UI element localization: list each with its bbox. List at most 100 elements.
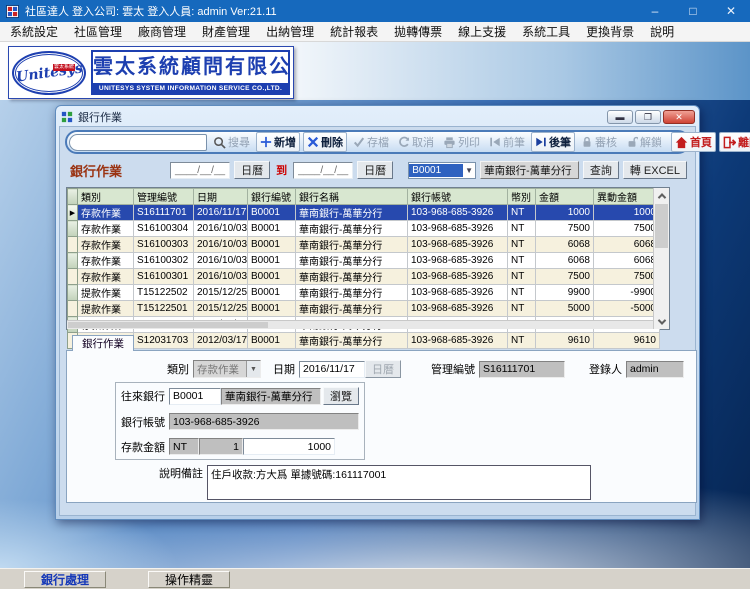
menu-item[interactable]: 拋轉傳票 bbox=[386, 21, 450, 42]
menu-item[interactable]: 系統工具 bbox=[514, 21, 578, 42]
table-cell: B0001 bbox=[247, 220, 296, 237]
menu-item[interactable]: 出納管理 bbox=[258, 21, 322, 42]
unlock-button[interactable]: 解鎖 bbox=[623, 133, 665, 151]
column-header[interactable]: 幣別 bbox=[507, 188, 536, 205]
operator-field: admin bbox=[626, 360, 684, 378]
print-button[interactable]: 列印 bbox=[440, 133, 483, 151]
table-row[interactable]: 存款作業S120317032012/03/17B0001華南銀行-萬華分行103… bbox=[67, 332, 660, 349]
menu-item[interactable]: 更換背景 bbox=[578, 21, 642, 42]
memo-textarea[interactable]: 住戶收款:方大爲 單據號碼:161117001 bbox=[207, 465, 591, 500]
calendar-from-button[interactable]: 日曆 bbox=[234, 161, 271, 179]
table-row[interactable]: 提款作業 T15122502 2015/12/25 B0001 華南銀行-萬華分行 103… bbox=[67, 284, 660, 301]
save-button[interactable]: 存檔 bbox=[350, 133, 392, 151]
horizontal-scrollbar[interactable] bbox=[67, 320, 653, 329]
minimize-button[interactable]: – bbox=[636, 0, 674, 22]
table-cell: B0001 bbox=[247, 332, 296, 349]
home-button[interactable]: 首頁 bbox=[671, 132, 716, 152]
table-row[interactable]: 存款作業 S16100301 2016/10/03 B0001 華南銀行-萬華分行 103… bbox=[67, 268, 660, 285]
date-from-input[interactable]: ____/__/__ bbox=[170, 161, 231, 179]
browse-button[interactable]: 瀏覽 bbox=[323, 387, 359, 405]
column-header[interactable]: 銀行帳號 bbox=[407, 188, 508, 205]
mdi-minimize-button[interactable]: ▬ bbox=[607, 110, 633, 124]
table-cell: T15122502 bbox=[133, 284, 194, 301]
mdi-maximize-button[interactable]: ❐ bbox=[635, 110, 661, 124]
menu-item[interactable]: 線上支援 bbox=[450, 21, 514, 42]
form-calendar-button[interactable]: 日曆 bbox=[365, 360, 401, 378]
query-button[interactable]: 查詢 bbox=[582, 161, 619, 179]
bank-records-grid: 類別 管理編號 日期 銀行編號 銀行名稱 銀行帳號 幣別 金額 異動金額 ▶ 存款作業 S16111… bbox=[66, 187, 670, 349]
column-header[interactable]: 金額 bbox=[535, 188, 594, 205]
search-input[interactable] bbox=[69, 133, 207, 151]
to-label: 到 bbox=[276, 165, 288, 177]
row-selector-cell[interactable] bbox=[67, 284, 78, 301]
audit-button[interactable]: 審核 bbox=[578, 133, 620, 151]
previous-record-button[interactable]: 前筆 bbox=[486, 133, 528, 151]
delete-button[interactable]: 刪除 bbox=[303, 132, 347, 152]
next-record-button[interactable]: 後筆 bbox=[531, 132, 575, 152]
table-cell: S16100302 bbox=[133, 252, 194, 269]
table-cell: NT bbox=[507, 252, 536, 269]
table-cell: 華南銀行-萬華分行 bbox=[295, 220, 408, 237]
table-cell: 103-968-685-3926 bbox=[407, 268, 508, 285]
table-cell: 存款作業 bbox=[77, 220, 134, 237]
column-header[interactable]: 日期 bbox=[193, 188, 248, 205]
menu-item[interactable]: 社區管理 bbox=[66, 21, 130, 42]
column-header[interactable]: 銀行編號 bbox=[247, 188, 296, 205]
row-selector-cell[interactable] bbox=[67, 300, 78, 317]
table-cell: 9610 bbox=[535, 332, 594, 349]
memo-label: 說明備註 bbox=[159, 468, 203, 480]
section-title: 銀行作業 bbox=[70, 163, 123, 179]
row-selector-cell[interactable]: ▶ bbox=[67, 204, 78, 221]
form-tab-bank-operations[interactable]: 銀行作業 bbox=[72, 335, 134, 351]
export-excel-button[interactable]: 轉 EXCEL bbox=[622, 161, 687, 179]
mdi-window-title: 銀行作業 bbox=[78, 112, 122, 124]
scroll-down-arrow-icon[interactable] bbox=[654, 314, 669, 329]
date-to-input[interactable]: ____/__/__ bbox=[293, 161, 354, 179]
row-selector-cell[interactable] bbox=[67, 220, 78, 237]
bank-code-field[interactable]: B0001 bbox=[169, 387, 221, 405]
vertical-scrollbar[interactable] bbox=[653, 188, 669, 329]
mdi-titlebar[interactable]: 銀行作業 ▬ ❐ ✕ bbox=[56, 106, 699, 126]
column-header[interactable]: 類別 bbox=[77, 188, 134, 205]
column-header[interactable]: 異動金額 bbox=[593, 188, 660, 205]
add-button[interactable]: 新增 bbox=[256, 132, 300, 152]
bank-row: 往來銀行 B0001 華南銀行-萬華分行 瀏覽 bbox=[121, 387, 359, 405]
table-row[interactable]: 存款作業 S16100303 2016/10/03 B0001 華南銀行-萬華分行 103… bbox=[67, 236, 660, 253]
maximize-button[interactable]: □ bbox=[674, 0, 712, 22]
vertical-scroll-thumb[interactable] bbox=[655, 204, 668, 248]
table-cell: 提款作業 bbox=[77, 300, 134, 317]
table-row[interactable]: 存款作業 S16100302 2016/10/03 B0001 華南銀行-萬華分行 103… bbox=[67, 252, 660, 269]
search-button[interactable]: 搜尋 bbox=[210, 133, 253, 151]
scroll-up-arrow-icon[interactable] bbox=[654, 188, 669, 203]
table-row[interactable]: 提款作業 T15122501 2015/12/25 B0001 華南銀行-萬華分行 103… bbox=[67, 300, 660, 317]
calendar-to-button[interactable]: 日曆 bbox=[357, 161, 394, 179]
table-row[interactable]: ▶ 存款作業 S16111701 2016/11/17 B0001 華南銀行-萬華分行 10… bbox=[67, 204, 660, 221]
account-row: 銀行帳號 103-968-685-3926 bbox=[121, 413, 359, 430]
horizontal-scroll-thumb[interactable] bbox=[68, 322, 268, 328]
date-label: 日期 bbox=[273, 364, 295, 376]
company-name-en: UNITESYS SYSTEM INFORMATION SERVICE CO.,… bbox=[93, 83, 288, 93]
undo-icon bbox=[399, 136, 410, 147]
row-selector-cell[interactable] bbox=[67, 252, 78, 269]
column-header[interactable]: 管理編號 bbox=[133, 188, 194, 205]
table-cell: 7500 bbox=[535, 268, 594, 285]
row-selector-cell[interactable] bbox=[67, 236, 78, 253]
mdi-close-button[interactable]: ✕ bbox=[663, 110, 695, 124]
bank-code-select[interactable]: B0001 ▼ bbox=[408, 161, 477, 179]
menu-item[interactable]: 說明 bbox=[642, 21, 682, 42]
date-field[interactable]: 2016/11/17 bbox=[299, 360, 365, 378]
menu-item[interactable]: 財產管理 bbox=[194, 21, 258, 42]
menu-item[interactable]: 系統設定 bbox=[2, 21, 66, 42]
menu-item[interactable]: 統計報表 bbox=[322, 21, 386, 42]
exit-button[interactable]: 離開 bbox=[719, 132, 750, 152]
row-selector-cell[interactable] bbox=[67, 268, 78, 285]
cancel-button[interactable]: 取消 bbox=[395, 133, 437, 151]
taskbar-button[interactable]: 操作精靈 bbox=[148, 570, 231, 588]
close-button[interactable]: ✕ bbox=[712, 0, 750, 22]
table-row[interactable]: 存款作業 S16100304 2016/10/03 B0001 華南銀行-萬華分行 103… bbox=[67, 220, 660, 237]
category-select[interactable]: 存款作業 ▼ bbox=[193, 360, 261, 378]
column-header[interactable]: 銀行名稱 bbox=[295, 188, 408, 205]
menu-item[interactable]: 廠商管理 bbox=[130, 21, 194, 42]
amount-field[interactable]: 1000 bbox=[243, 438, 335, 455]
taskbar-button[interactable]: 銀行處理 bbox=[24, 570, 107, 588]
